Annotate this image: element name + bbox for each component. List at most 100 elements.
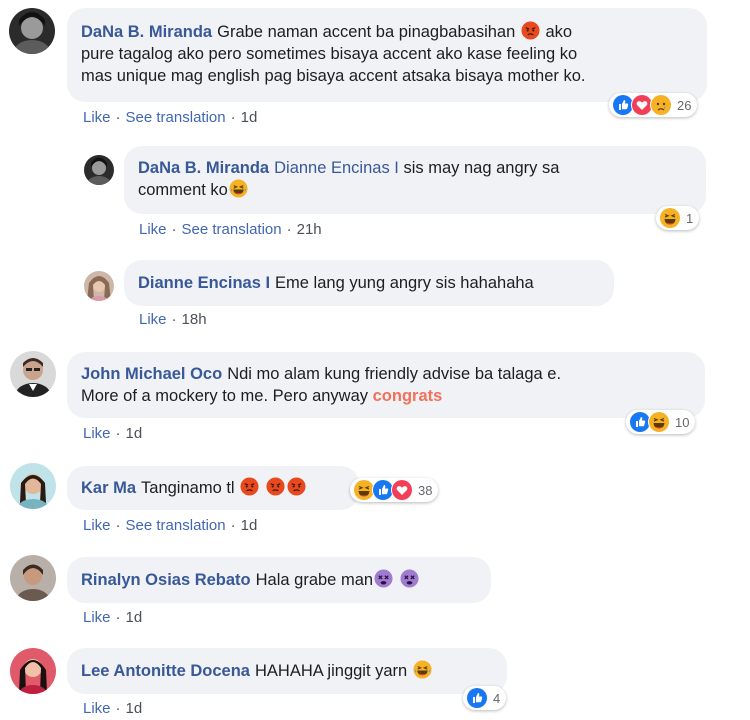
reactions-summary[interactable]: 10 — [626, 410, 696, 434]
comment-line: DaNa B. Miranda Grabe naman accent ba pin… — [81, 21, 693, 43]
comment-text: Ndi mo alam kung friendly advise ba tala… — [227, 365, 562, 383]
separator: · — [115, 425, 121, 442]
separator: · — [115, 609, 121, 626]
sad-reaction-icon — [650, 94, 672, 116]
timestamp[interactable]: 1d — [126, 700, 143, 717]
laughing-emoji — [229, 179, 248, 198]
comment-actions: Like · See translation · 1d — [83, 109, 257, 126]
comments-feed: DaNa B. Miranda Grabe naman accent ba pin… — [0, 0, 750, 720]
haha-reaction-icon — [659, 207, 681, 229]
comment-actions: Like · See translation · 1d — [83, 517, 257, 534]
separator: · — [230, 109, 236, 126]
reaction-count: 1 — [686, 210, 694, 226]
comment-bubble: DaNa B. Miranda Dianne Encinas I sis may … — [124, 146, 706, 214]
comment-text: Hala grabe man — [255, 571, 374, 589]
separator: · — [230, 517, 236, 534]
like-button[interactable]: Like — [139, 311, 167, 328]
comment-bubble: John Michael Oco Ndi mo alam kung friendl… — [67, 352, 705, 418]
separator: · — [115, 517, 121, 534]
reaction-count: 4 — [493, 690, 501, 706]
timestamp[interactable]: 1d — [126, 425, 143, 442]
congrats-highlight: congrats — [372, 387, 443, 405]
dizzy-face-emoji — [374, 569, 393, 588]
comment-bubble: Kar Ma Tanginamo tl — [67, 466, 359, 510]
love-reaction-icon — [391, 479, 413, 501]
comment-line: John Michael Oco Ndi mo alam kung friendl… — [81, 363, 691, 385]
comment-actions: Like · 18h — [139, 311, 207, 328]
author-name[interactable]: Dianne Encinas I — [138, 274, 270, 292]
avatar[interactable] — [10, 648, 56, 694]
comment-text: comment ko — [138, 181, 228, 199]
comment-text: sis may nag angry sa — [403, 159, 560, 177]
comment-text: HAHAHA jinggit yarn — [255, 662, 408, 680]
reactions-summary[interactable]: 38 — [350, 478, 439, 502]
reaction-count: 10 — [675, 414, 690, 430]
see-translation-link[interactable]: See translation — [182, 221, 282, 238]
like-button[interactable]: Like — [83, 109, 111, 126]
see-translation-link[interactable]: See translation — [126, 109, 226, 126]
comment-line: More of a mockery to me. Pero anyway con… — [81, 385, 691, 407]
angry-emoji — [240, 477, 259, 496]
comment-actions: Like · 1d — [83, 700, 142, 717]
like-button[interactable]: Like — [83, 609, 111, 626]
avatar[interactable] — [84, 271, 114, 301]
comment-line: Rinalyn Osias Rebato Hala grabe man — [81, 569, 477, 591]
angry-emoji — [287, 477, 306, 496]
mention-link[interactable]: Dianne Encinas I — [274, 159, 399, 177]
comment-text: ako — [545, 23, 573, 41]
reaction-count: 26 — [677, 97, 692, 113]
avatar[interactable] — [10, 351, 56, 397]
reactions-summary[interactable]: 1 — [656, 206, 700, 230]
comment-line: Kar Ma Tanginamo tl — [81, 477, 345, 499]
author-name[interactable]: John Michael Oco — [81, 365, 222, 383]
author-name[interactable]: DaNa B. Miranda — [81, 23, 212, 41]
comment-actions: Like · 1d — [83, 609, 142, 626]
see-translation-link[interactable]: See translation — [126, 517, 226, 534]
like-button[interactable]: Like — [83, 425, 111, 442]
timestamp[interactable]: 21h — [297, 221, 322, 238]
reaction-count: 38 — [418, 482, 433, 498]
author-name[interactable]: Lee Antonitte Docena — [81, 662, 250, 680]
author-name[interactable]: Rinalyn Osias Rebato — [81, 571, 251, 589]
angry-emoji — [266, 477, 285, 496]
separator: · — [115, 109, 121, 126]
comment-line: mas unique mag english pag bisaya accent… — [81, 67, 586, 85]
like-button[interactable]: Like — [83, 517, 111, 534]
laughing-emoji — [413, 660, 432, 679]
avatar[interactable] — [84, 155, 114, 185]
avatar[interactable] — [10, 463, 56, 509]
comment-bubble: Dianne Encinas I Eme lang yung angry sis … — [124, 260, 614, 306]
like-button[interactable]: Like — [83, 700, 111, 717]
separator: · — [286, 221, 292, 238]
haha-reaction-icon — [648, 411, 670, 433]
timestamp[interactable]: 1d — [241, 109, 258, 126]
avatar[interactable] — [10, 555, 56, 601]
comment-text: Grabe naman accent ba pinagbabasihan — [217, 23, 516, 41]
comment-line: pure tagalog ako pero sometimes bisaya a… — [81, 45, 578, 63]
author-name[interactable]: Kar Ma — [81, 479, 136, 497]
timestamp[interactable]: 1d — [241, 517, 258, 534]
timestamp[interactable]: 1d — [126, 609, 143, 626]
angry-emoji — [521, 21, 540, 40]
comment-text: Eme lang yung angry sis hahahaha — [275, 274, 534, 292]
comment-actions: Like · See translation · 21h — [139, 221, 322, 238]
author-name[interactable]: DaNa B. Miranda — [138, 159, 269, 177]
comment-bubble: DaNa B. Miranda Grabe naman accent ba pin… — [67, 8, 707, 102]
comment-line: Lee Antonitte Docena HAHAHA jinggit yarn — [81, 660, 493, 682]
avatar[interactable] — [9, 8, 55, 54]
separator: · — [115, 700, 121, 717]
reactions-summary[interactable]: 4 — [463, 686, 507, 710]
timestamp[interactable]: 18h — [182, 311, 207, 328]
comment-line: DaNa B. Miranda Dianne Encinas I sis may … — [138, 157, 692, 179]
comment-actions: Like · 1d — [83, 425, 142, 442]
reactions-summary[interactable]: 26 — [609, 93, 698, 117]
separator: · — [171, 221, 177, 238]
comment-line: Dianne Encinas I Eme lang yung angry sis … — [138, 272, 600, 294]
separator: · — [171, 311, 177, 328]
comment-bubble: Lee Antonitte Docena HAHAHA jinggit yarn — [67, 648, 507, 694]
like-button[interactable]: Like — [139, 221, 167, 238]
comment-text: More of a mockery to me. Pero anyway — [81, 387, 369, 405]
comment-line: comment ko — [138, 179, 692, 201]
like-reaction-icon — [466, 687, 488, 709]
comment-text: Tanginamo tl — [141, 479, 235, 497]
